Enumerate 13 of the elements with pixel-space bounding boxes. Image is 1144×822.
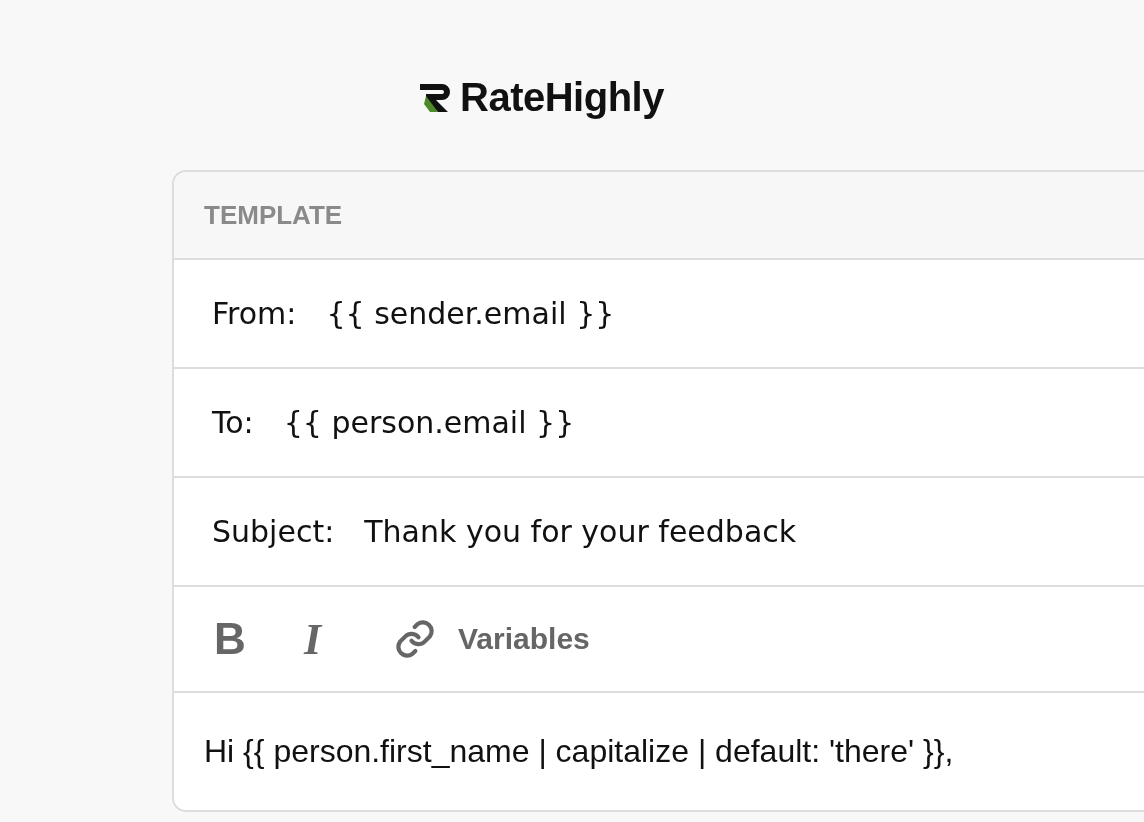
card-title: TEMPLATE: [204, 199, 343, 231]
field-label: To:: [212, 405, 254, 440]
link-icon[interactable]: [394, 618, 436, 660]
field-label: From:: [212, 296, 297, 331]
field-value[interactable]: {{ sender.email }}: [326, 296, 615, 331]
bold-button[interactable]: B: [214, 614, 304, 664]
field-label: Subject:: [212, 514, 335, 549]
italic-button[interactable]: I: [304, 613, 394, 665]
field-value[interactable]: {{ person.email }}: [283, 405, 575, 440]
variables-button[interactable]: Variables: [458, 622, 590, 656]
field-value[interactable]: Thank you for your feedback: [364, 514, 797, 549]
logo-text: RateHighly: [460, 74, 664, 120]
body-text[interactable]: Hi {{ person.first_name | capitalize | default: 'there' }},: [204, 733, 954, 769]
